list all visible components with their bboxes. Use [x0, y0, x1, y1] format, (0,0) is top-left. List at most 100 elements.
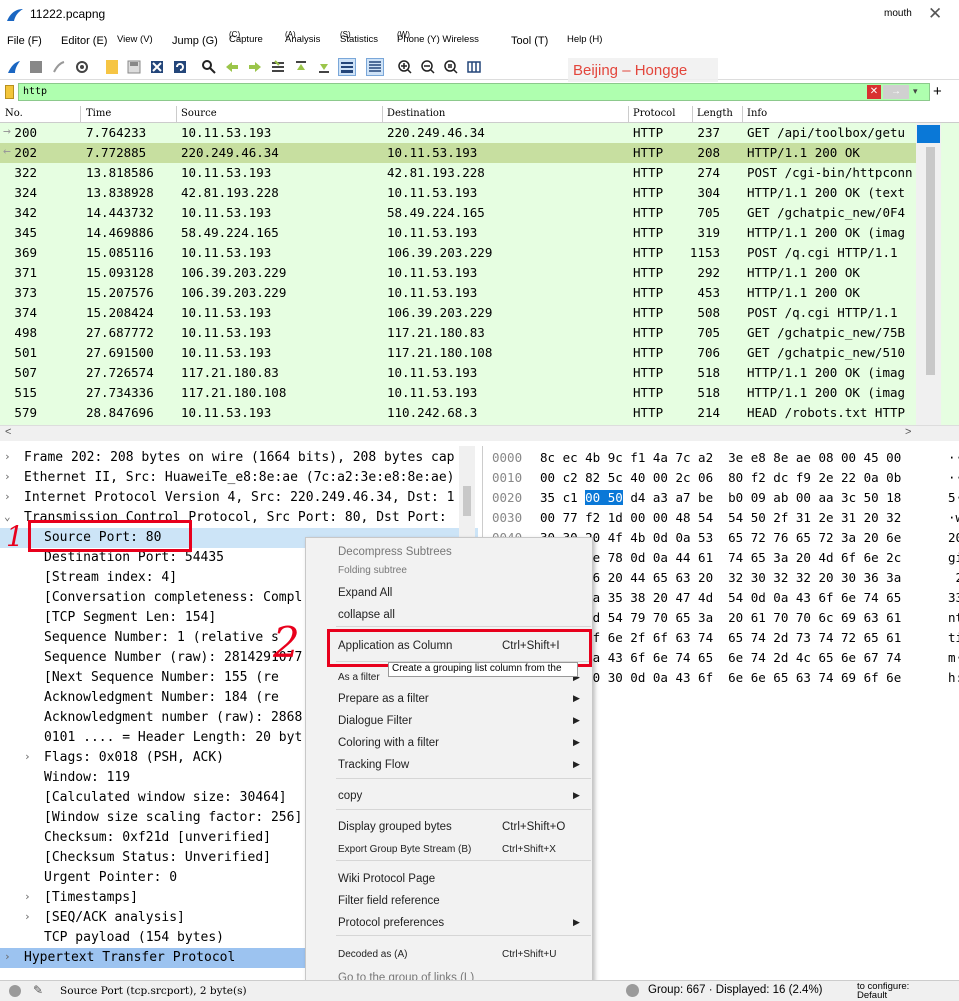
filter-history-dropdown-icon[interactable]: ▾ — [913, 86, 918, 97]
context-menu-item[interactable]: Dialogue Filter ▶ — [306, 711, 594, 733]
col-destination[interactable]: Destination — [387, 108, 445, 119]
zoom-normal-icon[interactable] — [442, 58, 460, 76]
collapsed-chevron-icon[interactable]: › — [4, 450, 11, 463]
menu-edit[interactable]: Editor (E) — [61, 35, 107, 47]
col-separator[interactable] — [742, 106, 743, 123]
save-file-icon[interactable] — [125, 58, 143, 76]
context-menu-item[interactable]: Protocol preferences ▶ — [306, 913, 594, 935]
go-first-icon[interactable] — [292, 58, 310, 76]
apply-filter-icon[interactable]: → — [883, 85, 909, 99]
menu-help[interactable]: Help (H) — [567, 34, 602, 45]
context-menu-item[interactable]: Wiki Protocol Page — [306, 869, 594, 891]
packet-list-scrollbar[interactable] — [916, 123, 941, 425]
collapsed-chevron-icon[interactable]: › — [4, 490, 11, 503]
restart-capture-icon[interactable] — [50, 58, 68, 76]
menu-tools[interactable]: Tool (T) — [511, 35, 548, 47]
menu-view[interactable]: View (V) — [117, 34, 153, 45]
stop-capture-icon[interactable] — [27, 58, 45, 76]
packet-row[interactable]: 501 27.691500 10.11.53.193 117.21.180.108 HT… — [0, 343, 916, 363]
profile-label[interactable]: to configure: Default — [857, 982, 909, 1001]
menu-statistics[interactable]: (S) Statistics — [340, 30, 378, 45]
hex-dump-row[interactable]: 0000 8c ec 4b 9c f1 4a 7c a2 3e e8 8e ae … — [483, 448, 959, 468]
collapsed-chevron-icon[interactable]: › — [4, 950, 11, 963]
col-separator[interactable] — [382, 106, 383, 123]
display-filter-input[interactable]: http — [18, 83, 930, 101]
col-length[interactable]: Length — [697, 108, 733, 119]
open-file-icon[interactable] — [103, 58, 121, 76]
col-time[interactable]: Time — [86, 108, 111, 119]
close-icon[interactable]: ✕ — [928, 4, 942, 24]
col-separator[interactable] — [176, 106, 177, 123]
packet-row[interactable]: 369 15.085116 10.11.53.193 106.39.203.229 HT… — [0, 243, 916, 263]
col-info[interactable]: Info — [747, 108, 767, 119]
find-packet-icon[interactable] — [200, 58, 218, 76]
context-menu-item[interactable]: Coloring with a filter ▶ — [306, 733, 594, 755]
packet-row[interactable]: → 200 7.764233 10.11.53.193 220.249.46.34 HTT… — [0, 123, 916, 143]
packet-row[interactable]: 342 14.443732 10.11.53.193 58.49.224.165 HTT… — [0, 203, 916, 223]
context-menu-item[interactable]: Decoded as (A) Ctrl+Shift+U — [306, 945, 594, 967]
scroll-left-icon[interactable]: < — [5, 426, 11, 438]
detail-tree-item[interactable]: › Frame 202: 208 bytes on wire (1664 bits… — [0, 448, 478, 468]
context-menu-item[interactable]: Tracking Flow ▶ — [306, 755, 594, 777]
packet-row[interactable]: 345 14.469886 58.49.224.165 10.11.53.193 HTT… — [0, 223, 916, 243]
packet-row[interactable]: 507 27.726574 117.21.180.83 10.11.53.193 HTT… — [0, 363, 916, 383]
expert-info-icon[interactable] — [9, 985, 21, 997]
collapsed-chevron-icon[interactable]: › — [24, 750, 31, 763]
packet-list-hscrollbar[interactable]: < > — [0, 425, 959, 441]
menu-capture[interactable]: (C) Capture — [229, 30, 263, 45]
col-separator[interactable] — [80, 106, 81, 123]
hex-dump-row[interactable]: 0020 35 c1 00 50 d4 a3 a7 be b0 09 ab 00 … — [483, 488, 959, 508]
bookmark-icon[interactable] — [5, 85, 14, 99]
context-menu-item[interactable]: Filter field reference — [306, 891, 594, 913]
clear-filter-icon[interactable]: ✕ — [867, 85, 881, 99]
context-menu-item[interactable]: collapse all — [306, 605, 594, 627]
hex-dump-row[interactable]: 0030 00 77 f2 1d 00 00 48 54 54 50 2f 31 … — [483, 508, 959, 528]
zoom-out-icon[interactable] — [419, 58, 437, 76]
packet-row[interactable]: 498 27.687772 10.11.53.193 117.21.180.83 HTT… — [0, 323, 916, 343]
scroll-thumb[interactable] — [463, 486, 471, 516]
context-menu-item[interactable]: copy ▶ — [306, 786, 594, 808]
colorize-icon[interactable] — [366, 58, 384, 76]
edit-comment-icon[interactable]: ✎ — [33, 983, 43, 997]
reload-file-icon[interactable] — [171, 58, 189, 76]
detail-tree-item[interactable]: › Internet Protocol Version 4, Src: 220.2… — [0, 488, 478, 508]
packet-row[interactable]: 371 15.093128 106.39.203.229 10.11.53.193 HT… — [0, 263, 916, 283]
hex-dump-row[interactable]: 0010 00 c2 82 5c 40 00 2c 06 80 f2 dc f9 … — [483, 468, 959, 488]
go-last-icon[interactable] — [315, 58, 333, 76]
go-to-packet-icon[interactable] — [269, 58, 287, 76]
col-separator[interactable] — [628, 106, 629, 123]
collapsed-chevron-icon[interactable]: › — [4, 470, 11, 483]
packet-row[interactable]: ← 202 7.772885 220.249.46.34 10.11.53.193 HTT… — [0, 143, 916, 163]
detail-tree-item[interactable]: › Ethernet II, Src: HuaweiTe_e8:8e:ae (7c… — [0, 468, 478, 488]
col-protocol[interactable]: Protocol — [633, 108, 675, 119]
packet-row[interactable]: 374 15.208424 10.11.53.193 106.39.203.229 HT… — [0, 303, 916, 323]
context-menu-item[interactable]: Display grouped bytes Ctrl+Shift+O — [306, 817, 594, 839]
collapsed-chevron-icon[interactable]: › — [24, 910, 31, 923]
menu-jump[interactable]: Jump (G) — [172, 35, 218, 47]
col-no[interactable]: No. — [5, 108, 23, 119]
packet-row[interactable]: 579 28.847696 10.11.53.193 110.242.68.3 HTTP… — [0, 403, 916, 423]
packet-row[interactable]: 322 13.818586 10.11.53.193 42.81.193.228 HTT… — [0, 163, 916, 183]
menu-phone-wireless[interactable]: (W) Phone (Y) Wireless — [397, 30, 479, 45]
context-menu-item[interactable]: Export Group Byte Stream (B) Ctrl+Shift+X — [306, 840, 594, 862]
go-back-icon[interactable] — [223, 58, 241, 76]
add-filter-button-icon[interactable]: + — [933, 83, 942, 100]
close-file-icon[interactable] — [148, 58, 166, 76]
packet-row[interactable]: 515 27.734336 117.21.180.108 10.11.53.193 HT… — [0, 383, 916, 403]
menu-file[interactable]: File (F) — [7, 35, 42, 47]
capture-options-icon[interactable] — [73, 58, 91, 76]
packet-row[interactable]: 373 15.207576 106.39.203.229 10.11.53.193 HT… — [0, 283, 916, 303]
zoom-in-icon[interactable] — [396, 58, 414, 76]
packet-row[interactable]: 324 13.838928 42.81.193.228 10.11.53.193 HTT… — [0, 183, 916, 203]
context-menu-item[interactable]: Expand All — [306, 583, 594, 605]
start-capture-icon[interactable] — [5, 58, 23, 76]
collapsed-chevron-icon[interactable]: › — [24, 890, 31, 903]
go-forward-icon[interactable] — [246, 58, 264, 76]
resize-columns-icon[interactable] — [465, 58, 483, 76]
context-menu-item[interactable]: Prepare as a filter ▶ — [306, 689, 594, 711]
scroll-thumb[interactable] — [926, 147, 935, 375]
menu-analysis[interactable]: (A) Analysis — [285, 30, 320, 45]
autoscroll-icon[interactable] — [338, 58, 356, 76]
scroll-right-icon[interactable]: > — [905, 426, 911, 438]
col-source[interactable]: Source — [181, 108, 217, 119]
